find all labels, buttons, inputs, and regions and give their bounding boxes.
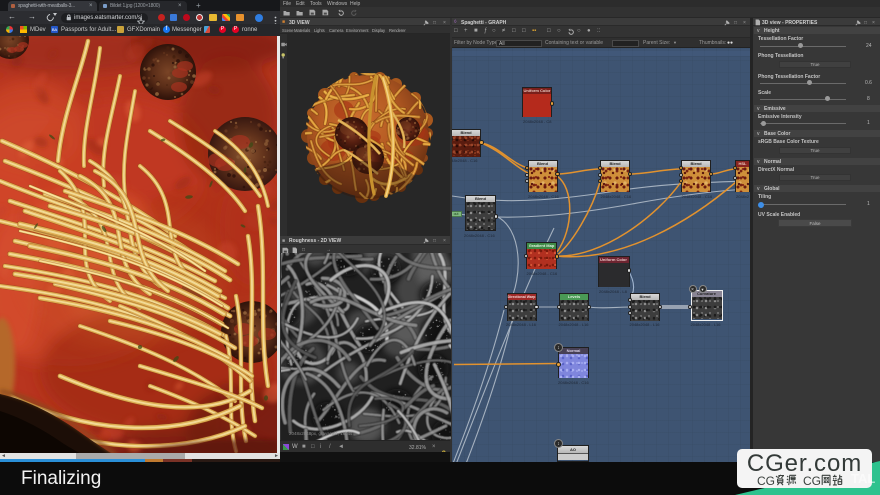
svg-text:CG: CG [757,474,775,488]
svg-text:CG: CG [803,474,821,488]
svg-text:CGer.com: CGer.com [747,450,862,477]
